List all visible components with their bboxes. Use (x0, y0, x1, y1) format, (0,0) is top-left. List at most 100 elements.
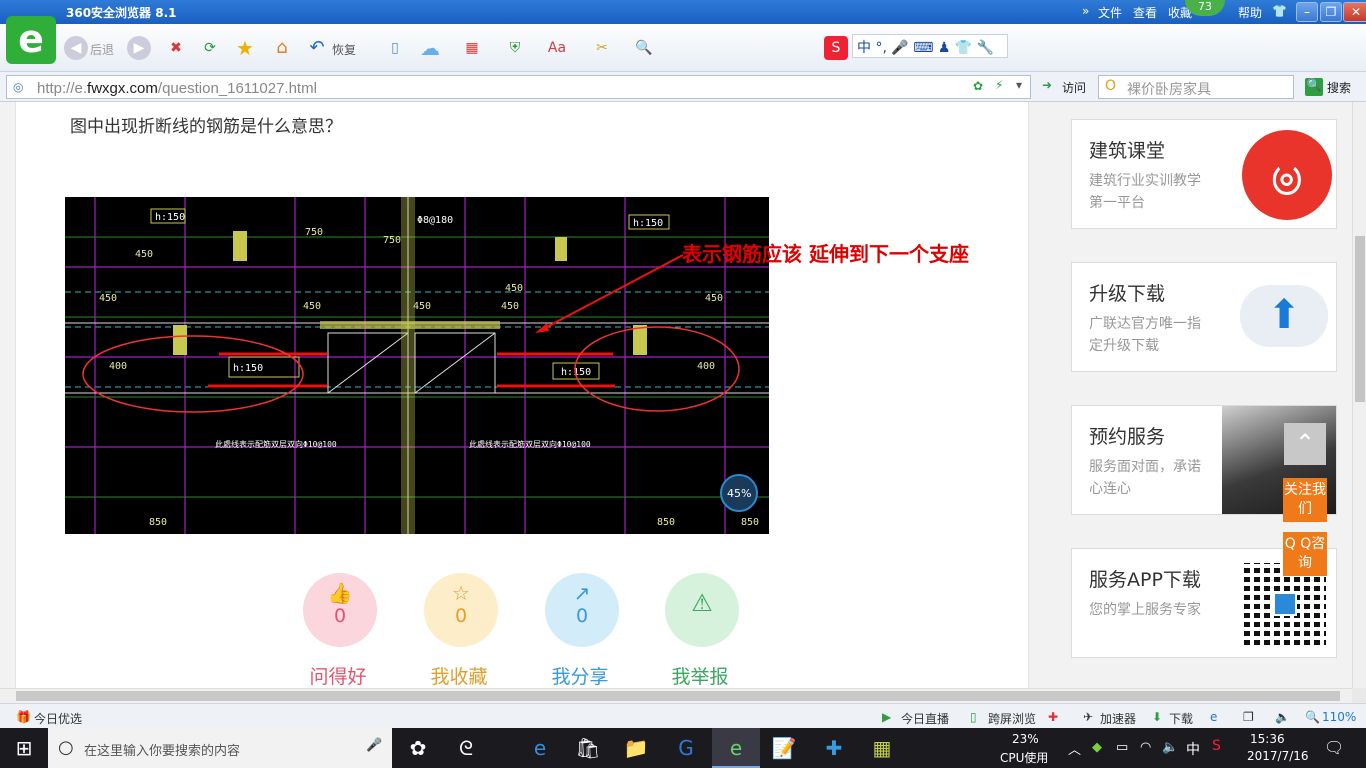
search-button[interactable]: 搜索 (1327, 79, 1351, 96)
translate-icon[interactable]: Aa (545, 36, 569, 60)
cad-drawing: h:150 h:150 h:150 h:150 Φ8@180 此處线表示配筋双层… (65, 197, 769, 534)
today-picks-link[interactable]: 今日优选 (34, 710, 82, 727)
stop-icon[interactable]: ✖ (164, 36, 188, 60)
calendar-app-icon[interactable]: ▦ (858, 728, 906, 768)
ie-icon[interactable]: e (1210, 710, 1217, 724)
sogou-ime-icon[interactable]: S (824, 36, 848, 60)
microphone-icon[interactable]: 🎤 (366, 738, 382, 753)
nvidia-icon[interactable]: ◆ (1092, 740, 1102, 755)
minimize-button[interactable]: – (1296, 2, 1318, 22)
cortana-circle-icon: ○ (58, 737, 74, 758)
action-center-icon[interactable]: 🗨 (1324, 738, 1344, 757)
download-link[interactable]: 下载 (1169, 710, 1193, 727)
back-arrow-icon[interactable]: ◀ (64, 36, 88, 60)
today-live-link[interactable]: 今日直播 (901, 710, 949, 727)
search-icon[interactable]: 🔍 (1305, 78, 1323, 96)
store-bag-icon[interactable]: 🛍 (564, 728, 612, 768)
screenshot-icon[interactable]: ✂ (590, 36, 614, 60)
like-count: 0 (333, 605, 347, 627)
mobile-icon[interactable]: ▯ (383, 36, 407, 60)
cad-dim-13: 450 (505, 283, 523, 294)
refresh-icon[interactable]: ⟳ (198, 36, 222, 60)
horizontal-scroll-thumb[interactable] (16, 691, 1340, 701)
task-view-icon[interactable]: ✿ (394, 728, 442, 768)
ime-toolbar[interactable]: 中 °, 🎤 ⌨ ♟ 👕 🔧 (852, 34, 1008, 58)
sidebar-card-desc: 服务面对面，承诺心连心 (1089, 459, 1201, 497)
360-browser-taskbar-icon[interactable]: e (712, 728, 760, 768)
search-input[interactable]: O 裸价卧房家具 (1098, 75, 1294, 99)
report-button[interactable]: ⚠ (665, 573, 739, 647)
lightning-icon[interactable]: ⚡ (995, 78, 1003, 92)
app-spiral-icon[interactable]: ᘓ (442, 728, 490, 768)
favorite-count: 0 (454, 605, 468, 627)
back-to-top-icon[interactable]: ⌃ (1284, 423, 1326, 465)
vertical-scrollbar[interactable] (1352, 102, 1366, 688)
search-engine-icon[interactable]: O (1105, 78, 1116, 94)
sidebar-card-upgrade[interactable]: 升级下载 广联达官方唯一指定升级下载 ⬆ (1071, 262, 1337, 372)
favorite-label[interactable]: 我收藏 (409, 662, 509, 688)
battery-icon[interactable]: ▭ (1116, 740, 1128, 755)
tray-chevron-icon[interactable]: ︿ (1068, 739, 1081, 758)
clock-date[interactable]: 2017/7/16 (1247, 749, 1309, 763)
close-button[interactable]: ✕ (1343, 2, 1366, 22)
restore-button-label[interactable]: 恢复 (332, 41, 356, 58)
apps-grid-icon[interactable]: ▦ (460, 36, 484, 60)
cad-dim-2: 750 (383, 235, 401, 246)
menu-chevron-icon[interactable]: » (1082, 4, 1089, 18)
sogou-tray-icon[interactable]: S (1212, 738, 1221, 754)
edge-browser-icon[interactable]: e (516, 728, 564, 768)
windows-start-icon[interactable]: ⊞ (0, 728, 48, 768)
maximize-button[interactable]: ❐ (1320, 2, 1342, 22)
medical-icon[interactable]: ✚ (1048, 710, 1058, 724)
vertical-scroll-thumb[interactable] (1355, 236, 1365, 402)
cross-screen-link[interactable]: 跨屏浏览 (988, 710, 1036, 727)
file-explorer-icon[interactable]: 📁 (612, 728, 660, 768)
shield-icon[interactable]: ⛨ (503, 36, 527, 60)
share-button[interactable]: ↗ 0 (545, 573, 619, 647)
shirt-skin-icon[interactable]: 👕 (1272, 4, 1287, 18)
favorite-star-icon[interactable]: ★ (233, 36, 257, 60)
restore-icon[interactable]: ↶ (305, 36, 329, 60)
zoom-level[interactable]: 110% (1322, 710, 1356, 724)
cloud-icon[interactable]: ☁ (418, 36, 442, 60)
window-icon[interactable]: ❐ (1243, 710, 1254, 724)
phone-icon: ▯ (970, 710, 977, 724)
zoom-tool-icon[interactable]: 🔍 (632, 36, 656, 60)
visit-arrow-icon[interactable]: ➜ (1042, 78, 1052, 92)
glodon-app-icon[interactable]: G (662, 728, 710, 768)
plus-app-icon[interactable]: ✚ (810, 728, 858, 768)
taskbar-search-input[interactable]: ○ 在这里输入你要搜索的内容 🎤 (48, 728, 392, 768)
back-button-label[interactable]: 后退 (90, 41, 114, 58)
speaker-icon[interactable]: 🔈 (1162, 740, 1178, 755)
horizontal-scrollbar[interactable] (0, 688, 1352, 703)
home-icon[interactable]: ⌂ (270, 36, 294, 60)
notes-app-icon[interactable]: 📝 (760, 728, 808, 768)
follow-us-button[interactable]: 关注我们 (1283, 478, 1327, 522)
favorite-button[interactable]: ☆ 0 (424, 573, 498, 647)
page-viewport: 图中出现折断线的钢筋是什么意思？ h:150 h:150 h:150 h:150… (0, 102, 1352, 688)
url-input[interactable]: ◎ http://e.fwxgx.com/question_1611027.ht… (6, 75, 1031, 99)
report-label[interactable]: 我举报 (650, 662, 750, 688)
menu-file[interactable]: 文件 (1098, 4, 1122, 21)
share-count: 0 (575, 605, 589, 627)
wifi-icon[interactable]: ◠ (1140, 740, 1151, 755)
menu-view[interactable]: 查看 (1133, 4, 1157, 21)
search-placeholder: 裸价卧房家具 (1127, 82, 1211, 98)
question-content: 图中出现折断线的钢筋是什么意思？ h:150 h:150 h:150 h:150… (15, 102, 1029, 688)
share-label[interactable]: 我分享 (530, 662, 630, 688)
sidebar-card-classroom[interactable]: 建筑课堂 建筑行业实训教学第一平台 ၑ (1071, 119, 1337, 229)
menu-help[interactable]: 帮助 (1238, 4, 1262, 21)
cad-zoom-indicator: 45% (727, 487, 751, 500)
qq-consult-button[interactable]: Q Q咨询 (1283, 532, 1327, 576)
visit-button[interactable]: 访问 (1062, 79, 1086, 96)
ime-indicator[interactable]: 中 (1186, 739, 1200, 759)
speed-mode-icon[interactable]: ✿ (973, 79, 983, 93)
taskbar-search-placeholder: 在这里输入你要搜索的内容 (84, 744, 241, 759)
like-button[interactable]: 👍 0 (303, 573, 377, 647)
accelerator-link[interactable]: 加速器 (1100, 710, 1136, 727)
clock-time[interactable]: 15:36 (1250, 732, 1285, 746)
forward-arrow-icon[interactable]: ▶ (127, 36, 151, 60)
like-label[interactable]: 问得好 (288, 662, 388, 688)
url-dropdown-icon[interactable]: ▾ (1016, 78, 1022, 92)
volume-icon[interactable]: 🔈 (1275, 710, 1290, 724)
